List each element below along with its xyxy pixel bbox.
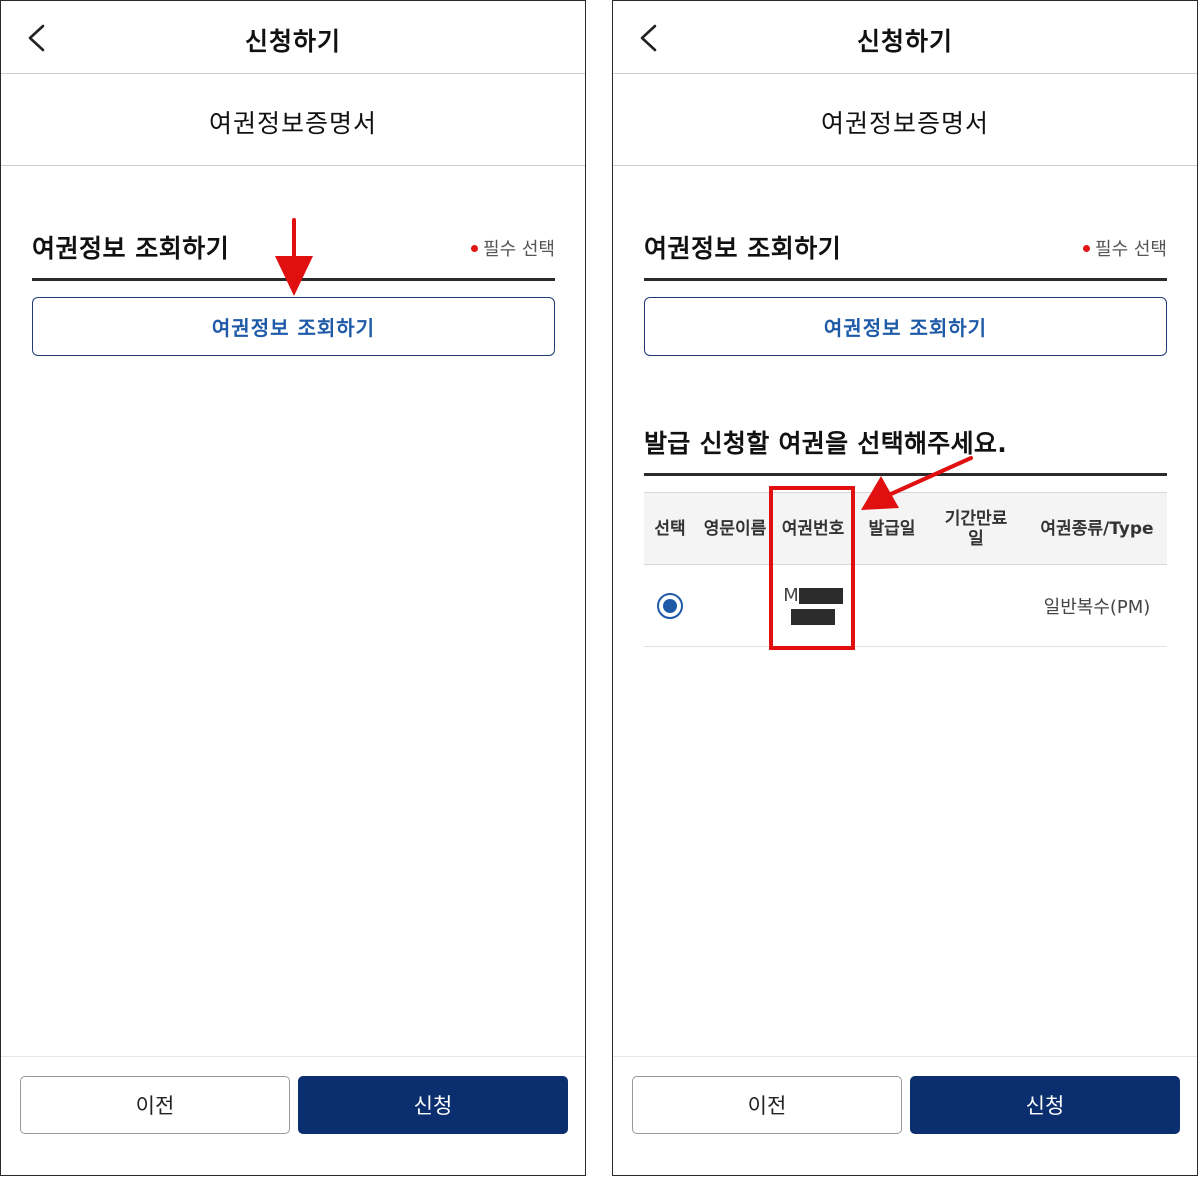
app-header: 신청하기 [1,1,585,74]
english-name-cell [697,565,773,646]
required-dot-icon [1083,244,1091,252]
expiry-date-cell [938,565,1014,646]
redaction-bar [798,588,843,604]
column-header-issue-date: 발급일 [868,519,916,539]
right-phone-screen: 신청하기 여권정보증명서 여권정보 조회하기 필수 선택 여권정보 조회하기 발… [612,0,1198,1176]
required-indicator: 필수 선택 [1083,235,1167,261]
passport-select-title: 발급 신청할 여권을 선택해주세요. [644,429,1008,458]
passport-lookup-button[interactable]: 여권정보 조회하기 [32,297,555,356]
previous-button[interactable]: 이전 [632,1076,902,1134]
redaction-bar [791,609,835,625]
submit-button[interactable]: 신청 [298,1076,568,1134]
passport-table: 선택 영문이름 여권번호 발급일 기간만료일 여권종류/Type M 일반복수(… [644,492,1167,647]
table-header: 선택 영문이름 여권번호 발급일 기간만료일 여권종류/Type [644,492,1167,565]
footer-divider [1,1056,585,1057]
required-label: 필수 선택 [483,239,555,260]
passport-number-cell: M [775,565,851,646]
select-cell [644,565,696,646]
section-title: 여권정보 조회하기 [32,234,230,263]
previous-button[interactable]: 이전 [20,1076,290,1134]
column-header-select: 선택 [654,519,686,539]
app-header: 신청하기 [613,1,1197,74]
document-title-bar: 여권정보증명서 [613,74,1197,166]
footer-divider [613,1056,1197,1057]
header-title: 신청하기 [856,27,953,56]
radio-selected-dot-icon [663,598,677,613]
table-top-divider [644,473,1167,476]
header-title: 신청하기 [244,27,341,56]
document-title: 여권정보증명서 [820,109,989,138]
section-title: 여권정보 조회하기 [644,234,842,263]
document-title-bar: 여권정보증명서 [1,74,585,166]
passport-lookup-button[interactable]: 여권정보 조회하기 [644,297,1167,356]
column-header-passport-number: 여권번호 [781,519,845,539]
column-header-expiry-date: 기간만료일 [944,509,1008,549]
column-header-english-name: 영문이름 [703,519,767,539]
table-row[interactable]: M 일반복수(PM) [644,565,1167,647]
passport-number-prefix: M [783,585,799,606]
required-indicator: 필수 선택 [471,235,555,261]
document-title: 여권정보증명서 [208,109,377,138]
column-header-passport-type: 여권종류/Type [1040,519,1154,539]
required-label: 필수 선택 [1095,239,1167,260]
section-divider [32,278,555,281]
left-phone-screen: 신청하기 여권정보증명서 여권정보 조회하기 필수 선택 여권정보 조회하기 이… [0,0,586,1176]
issue-date-cell [854,565,930,646]
submit-button[interactable]: 신청 [910,1076,1180,1134]
section-divider [644,278,1167,281]
passport-type-cell: 일반복수(PM) [1043,596,1151,618]
required-dot-icon [471,244,479,252]
passport-radio[interactable] [657,592,683,619]
